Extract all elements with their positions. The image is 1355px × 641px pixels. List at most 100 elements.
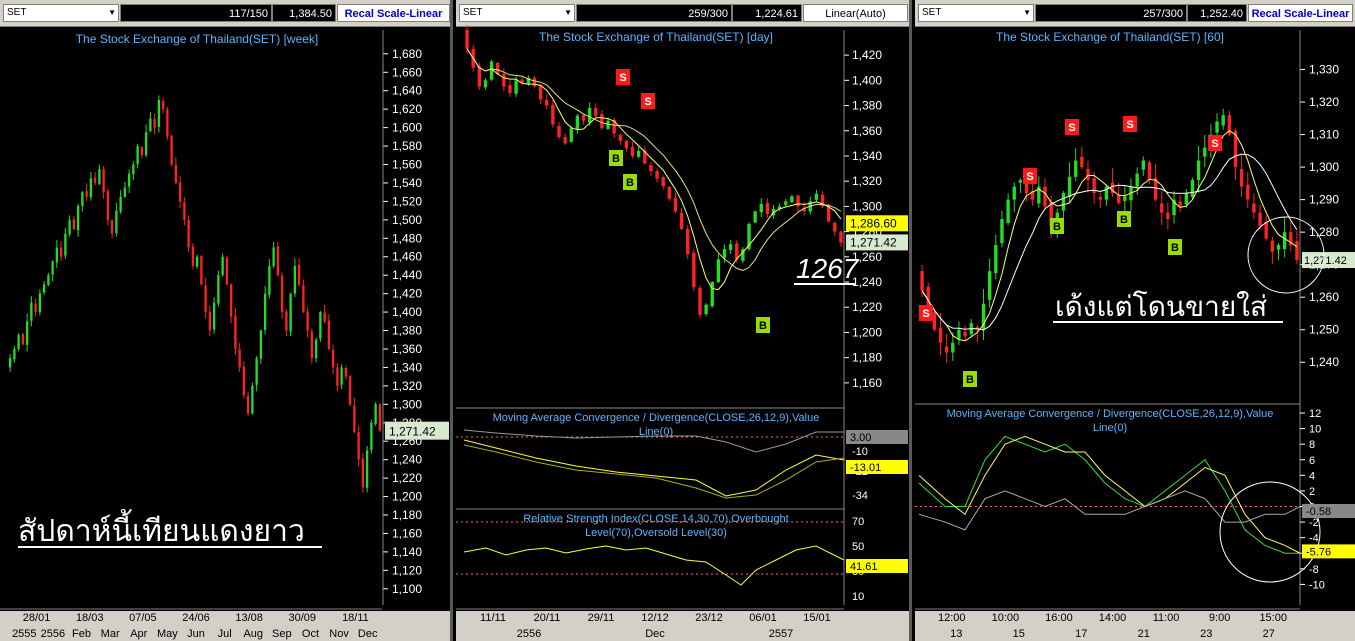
signal-letter: B (1171, 242, 1179, 254)
candle-body (353, 405, 356, 432)
rsi-tick-label: 10 (852, 591, 864, 603)
y-tick-label: 1,250 (1309, 323, 1339, 337)
macd-tick-label: -2 (1309, 517, 1319, 529)
y-tick-label: 1,330 (1309, 63, 1339, 77)
candle-body (357, 431, 360, 460)
macd-tick-label: 12 (1309, 408, 1321, 420)
ma-value-label: 1,286.60 (850, 216, 897, 230)
candle-body (55, 247, 59, 263)
candle-body (85, 191, 88, 197)
candle-body (557, 125, 561, 138)
candle-body (508, 85, 512, 93)
candle-body (1246, 184, 1250, 200)
candle-body (624, 140, 629, 149)
candle-body (234, 315, 237, 349)
macd-line (463, 439, 845, 497)
macd-tick-label: -10 (852, 446, 868, 458)
candle-body (195, 256, 199, 267)
candle-body (183, 202, 186, 220)
annotation-text: สัปดาห์นี้เทียนแดงยาว (18, 509, 305, 549)
highlight-circle (1219, 481, 1321, 583)
candle-body (532, 77, 537, 87)
chart-panel-daily: SET ▼ 259/300 1,224.61 Linear(Auto) The S… (456, 0, 912, 641)
candle-body (1239, 169, 1244, 187)
candle-body (297, 264, 301, 285)
y-tick-label: 1,520 (392, 194, 422, 208)
signal-letter: S (1211, 138, 1218, 150)
candle-body (255, 358, 258, 385)
candle-body (64, 233, 67, 256)
daily-chart-canvas: The Stock Exchange of Thailand(SET) [day… (456, 25, 908, 605)
candle-body (238, 349, 241, 368)
candle-body (251, 385, 254, 414)
macd-tick-label: -4 (1309, 533, 1319, 545)
candle-body (465, 29, 469, 49)
candle-body (698, 287, 702, 315)
candle-body (704, 304, 708, 315)
candle-body (1264, 221, 1268, 239)
weekly-chart-canvas: The Stock Exchange of Thailand(SET) [wee… (8, 30, 449, 605)
candle-body (1012, 186, 1016, 200)
candle-body (76, 206, 80, 231)
macd-tick-label: 4 (1309, 470, 1315, 482)
candle-body (1196, 160, 1201, 181)
candle-body (1295, 241, 1299, 261)
candle-body (1276, 245, 1281, 250)
last-price-label: 1,271.42 (1304, 255, 1347, 267)
y-tick-label: 1,640 (392, 84, 422, 98)
y-tick-label: 1,120 (392, 563, 422, 577)
candle-body (483, 80, 488, 88)
candle-body (166, 109, 169, 137)
candle-body (932, 312, 937, 330)
candle-body (319, 312, 322, 339)
candle-body (496, 62, 500, 75)
candle-body (1184, 193, 1189, 205)
candle-body (594, 108, 598, 116)
y-tick-label: 1,340 (392, 360, 422, 374)
candle-body (285, 311, 288, 331)
candle-body (636, 150, 641, 157)
candle-body (1282, 232, 1287, 250)
signal-letter: S (644, 96, 651, 108)
candle-body (920, 271, 924, 291)
candle-body (200, 256, 203, 285)
candle-body (673, 198, 678, 212)
candle-body (1258, 212, 1262, 226)
candle-body (569, 128, 573, 142)
hourly-chart-canvas: The Stock Exchange of Thailand(SET) [60]… (915, 30, 1355, 605)
macd-tick-label: -10 (1309, 579, 1325, 591)
chart-panel-60min: SET ▼ 257/300 1,252.40 Recal Scale-Linear… (915, 0, 1355, 641)
chart-panel-weekly: SET ▼ 117/150 1,384.50 Recal Scale-Linear… (0, 0, 453, 641)
candle-body (551, 104, 555, 125)
time-axis (915, 611, 1355, 641)
candle-body (1123, 196, 1127, 201)
candle-body (242, 366, 246, 396)
y-tick-label: 1,310 (1309, 128, 1339, 142)
macd-line (918, 435, 1300, 554)
candle-body (477, 66, 482, 87)
y-tick-label: 1,420 (392, 287, 422, 301)
candle-body (336, 367, 339, 386)
annotation-text: เด้งแต่โดนขายใส่ (1055, 290, 1267, 323)
chart-title: The Stock Exchange of Thailand(SET) [wee… (76, 32, 319, 46)
y-tick-label: 1,160 (392, 526, 422, 540)
y-tick-label: 1,300 (1309, 160, 1339, 174)
time-axis (0, 611, 450, 641)
candle-body (361, 458, 365, 488)
macd-value-label: 3.00 (850, 432, 871, 444)
candle-body (370, 422, 373, 450)
candle-body (246, 396, 250, 414)
candle-body (225, 257, 229, 285)
candle-body (1086, 169, 1090, 181)
candle-body (344, 367, 348, 377)
candle-body (378, 404, 382, 431)
candle-body (649, 165, 653, 172)
y-tick-label: 1,340 (852, 149, 882, 163)
signal-letter: S (619, 72, 626, 84)
candle-body (1203, 147, 1207, 157)
y-tick-label: 1,140 (392, 545, 422, 559)
candle-body (790, 196, 794, 203)
macd-title-line2: Line(0) (1093, 422, 1127, 434)
candle-body (280, 275, 284, 313)
candle-body (212, 302, 216, 330)
